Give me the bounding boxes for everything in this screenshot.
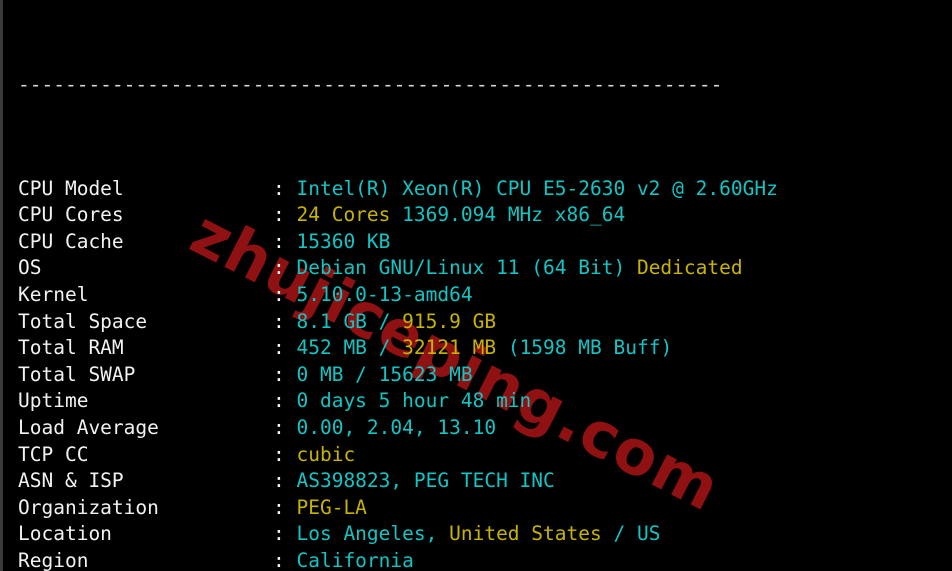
sysinfo-value-part: 8.1 GB xyxy=(296,309,379,333)
colon-separator: : xyxy=(273,256,297,280)
sysinfo-value-part: 0 days 5 hour 48 min xyxy=(296,389,532,413)
sysinfo-row: Kernel: 5.10.0-13-amd64 xyxy=(18,282,952,309)
sysinfo-row: Location: Los Angeles, United States / U… xyxy=(18,521,952,548)
sysinfo-value: 0 MB / 15623 MB xyxy=(296,363,472,386)
sysinfo-label: Total SWAP xyxy=(18,362,136,386)
sysinfo-value-part: 5.10.0-13-amd64 xyxy=(296,282,473,306)
sysinfo-value-part: Debian GNU/Linux 11 (64 Bit) xyxy=(296,256,637,280)
sysinfo-row: Uptime: 0 days 5 hour 48 min xyxy=(18,388,952,415)
sysinfo-row: Total RAM: 452 MB / 32121 MB (1598 MB Bu… xyxy=(18,335,952,362)
colon-separator: : xyxy=(273,442,297,466)
colon-separator: : xyxy=(273,415,297,439)
colon-separator: : xyxy=(273,522,297,546)
colon-separator: : xyxy=(273,362,297,386)
sysinfo-value: Intel(R) Xeon(R) CPU E5-2630 v2 @ 2.60GH… xyxy=(296,177,777,200)
colon-separator: : xyxy=(273,176,297,200)
sysinfo-row: Total SWAP: 0 MB / 15623 MB xyxy=(18,362,952,389)
sysinfo-value-part: 1369.094 MHz x86_64 xyxy=(402,203,626,227)
sysinfo-row: CPU Cache: 15360 KB xyxy=(18,229,952,256)
sysinfo-row: ASN & ISP: AS398823, PEG TECH INC xyxy=(18,468,952,495)
sysinfo-label: CPU Cache xyxy=(18,229,124,253)
colon-separator: : xyxy=(273,336,297,360)
sysinfo-row: OS: Debian GNU/Linux 11 (64 Bit) Dedicat… xyxy=(18,255,952,282)
sysinfo-row: TCP CC: cubic xyxy=(18,442,952,469)
sysinfo-value-part: 915.9 GB xyxy=(402,309,497,333)
sysinfo-value: 5.10.0-13-amd64 xyxy=(296,283,472,306)
separator-top: ----------------------------------------… xyxy=(18,79,723,96)
sysinfo-value: 24 Cores 1369.094 MHz x86_64 xyxy=(296,203,625,226)
sysinfo-label: Total Space xyxy=(18,309,148,333)
sysinfo-row: CPU Model: Intel(R) Xeon(R) CPU E5-2630 … xyxy=(18,176,952,203)
colon-separator: : xyxy=(273,469,297,493)
colon-separator: : xyxy=(273,309,297,333)
sysinfo-value-part: / xyxy=(378,336,403,360)
sysinfo-value: cubic xyxy=(296,443,355,466)
sysinfo-value-part: Dedicated xyxy=(636,256,743,280)
sysinfo-label: OS xyxy=(18,256,42,280)
sysinfo-value-part: AS398823, PEG TECH INC xyxy=(296,469,555,493)
terminal-window: zhujiceping.com ------------------------… xyxy=(0,0,952,571)
sysinfo-row: Load Average: 0.00, 2.04, 13.10 xyxy=(18,415,952,442)
sysinfo-value: AS398823, PEG TECH INC xyxy=(296,469,554,492)
sysinfo-row: Organization: PEG-LA xyxy=(18,495,952,522)
sysinfo-value: 15360 KB xyxy=(296,230,390,253)
colon-separator: : xyxy=(273,495,297,519)
sysinfo-value-part: 24 Cores xyxy=(296,203,403,227)
sysinfo-value-part: / US xyxy=(613,522,661,546)
sysinfo-row: Region: California xyxy=(18,548,952,571)
sysinfo-value-part: Los Angeles, xyxy=(296,522,450,546)
sysinfo-label: Load Average xyxy=(18,415,159,439)
sysinfo-value: 0 days 5 hour 48 min xyxy=(296,389,531,412)
colon-separator: : xyxy=(273,282,297,306)
sysinfo-value-part: 15360 KB xyxy=(296,229,391,253)
sysinfo-value-part: cubic xyxy=(296,442,356,466)
sysinfo-row: CPU Cores: 24 Cores 1369.094 MHz x86_64 xyxy=(18,202,952,229)
sysinfo-value-part: California xyxy=(296,548,414,571)
sysinfo-label: Total RAM xyxy=(18,336,124,360)
sysinfo-label: Region xyxy=(18,548,89,571)
sysinfo-label: CPU Cores xyxy=(18,203,124,227)
sysinfo-value: PEG-LA xyxy=(296,496,366,519)
sysinfo-label: Uptime xyxy=(18,389,89,413)
sysinfo-value: Los Angeles, United States / US xyxy=(296,522,660,545)
sysinfo-value: Debian GNU/Linux 11 (64 Bit) Dedicated xyxy=(296,256,742,279)
sysinfo-value: 0.00, 2.04, 13.10 xyxy=(296,416,496,439)
sysinfo-label: Kernel xyxy=(18,282,89,306)
sysinfo-value: California xyxy=(296,549,413,571)
sysinfo-value-part: 32121 MB xyxy=(402,336,508,360)
sysinfo-value-part: 452 MB xyxy=(296,336,379,360)
sysinfo-value-part: 0 MB / 15623 MB xyxy=(296,362,473,386)
system-info-block: CPU Model: Intel(R) Xeon(R) CPU E5-2630 … xyxy=(18,176,952,571)
sysinfo-label: Organization xyxy=(18,495,159,519)
sysinfo-label: Location xyxy=(18,522,112,546)
sysinfo-value-part: Intel(R) Xeon(R) CPU E5-2630 v2 @ 2.60GH… xyxy=(296,176,778,200)
colon-separator: : xyxy=(273,203,297,227)
colon-separator: : xyxy=(273,389,297,413)
sysinfo-value-part: (1598 MB Buff) xyxy=(507,336,673,360)
terminal-screen: ----------------------------------------… xyxy=(3,0,952,571)
sysinfo-value: 8.1 GB / 915.9 GB xyxy=(296,310,496,333)
sysinfo-value-part: United States xyxy=(449,522,614,546)
sysinfo-label: TCP CC xyxy=(18,442,89,466)
sysinfo-value-part: / xyxy=(378,309,403,333)
sysinfo-label: ASN & ISP xyxy=(18,469,124,493)
sysinfo-value-part: PEG-LA xyxy=(296,495,367,519)
colon-separator: : xyxy=(273,229,297,253)
sysinfo-value: 452 MB / 32121 MB (1598 MB Buff) xyxy=(296,336,672,359)
colon-separator: : xyxy=(273,548,297,571)
sysinfo-value-part: 0.00, 2.04, 13.10 xyxy=(296,415,497,439)
sysinfo-row: Total Space: 8.1 GB / 915.9 GB xyxy=(18,309,952,336)
sysinfo-label: CPU Model xyxy=(18,176,124,200)
